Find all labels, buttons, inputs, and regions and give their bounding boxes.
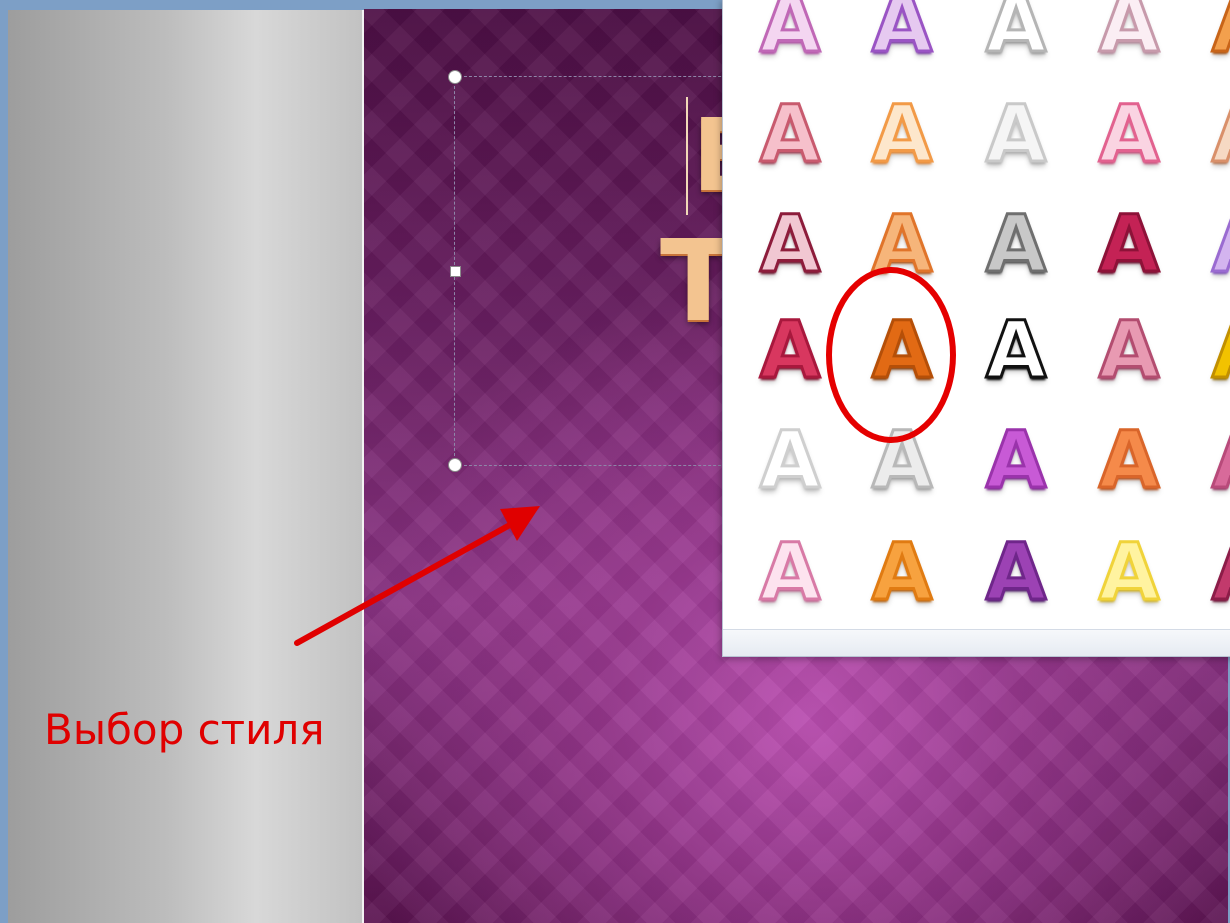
callout-arrow-icon bbox=[294, 506, 540, 646]
callout-label: Выбор стиля bbox=[44, 705, 325, 754]
